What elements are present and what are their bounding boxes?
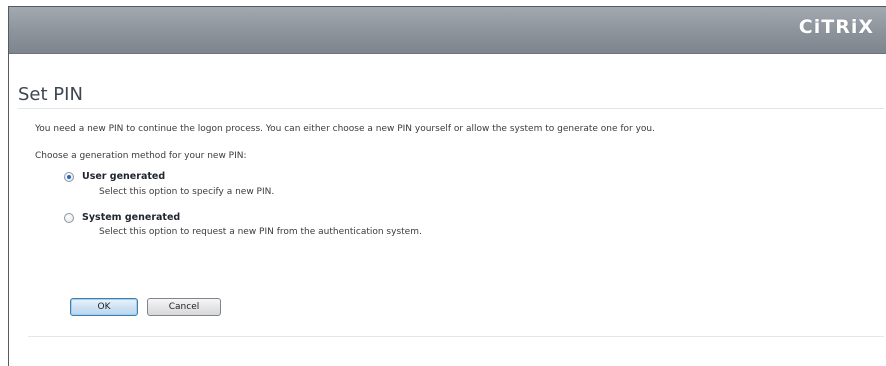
user-generated-radio[interactable] bbox=[64, 172, 74, 182]
intro-text: You need a new PIN to continue the logon… bbox=[35, 124, 655, 134]
user-generated-description: Select this option to specify a new PIN. bbox=[99, 187, 275, 197]
page-title: Set PIN bbox=[18, 84, 83, 105]
title-divider bbox=[18, 108, 884, 109]
choose-method-label: Choose a generation method for your new … bbox=[35, 151, 247, 161]
ok-button[interactable]: OK bbox=[70, 298, 138, 316]
system-generated-radio[interactable] bbox=[64, 213, 74, 223]
citrix-window: CiTRiX Set PIN You need a new PIN to con… bbox=[8, 6, 886, 366]
citrix-logo: CiTRiX bbox=[798, 16, 874, 38]
cancel-button[interactable]: Cancel bbox=[147, 298, 221, 316]
system-generated-description: Select this option to request a new PIN … bbox=[99, 227, 422, 237]
bottom-divider bbox=[28, 336, 884, 337]
user-generated-label[interactable]: User generated bbox=[82, 171, 165, 182]
header-bar: CiTRiX bbox=[9, 7, 886, 54]
system-generated-label[interactable]: System generated bbox=[82, 212, 180, 223]
